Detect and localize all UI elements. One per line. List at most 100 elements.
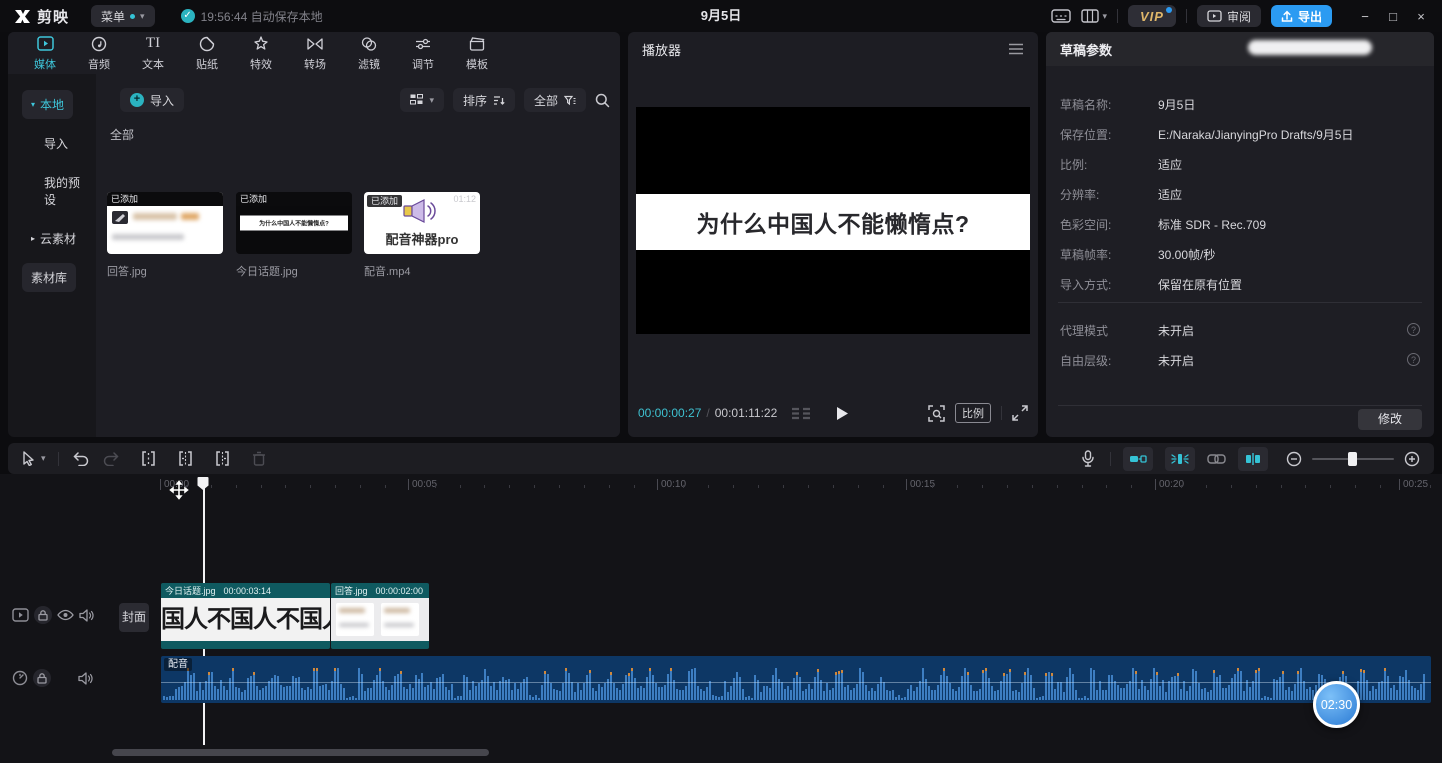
minimize-button[interactable]: − [1356,9,1374,24]
frame-focus-icon[interactable] [928,405,945,422]
aspect-ratio-button[interactable]: 比例 [955,403,991,423]
view-mode-button[interactable]: ▾ [400,88,444,112]
chevron-down-icon: ▾ [1102,11,1107,22]
import-button[interactable]: + 导入 [120,88,184,112]
clip-topic[interactable]: 今日话题.jpg 00:00:03:14 国人不国人不国人不国人 [161,583,330,649]
tab-effects[interactable]: 特效 [234,35,288,72]
sticker-icon [199,35,215,53]
close-button[interactable]: × [1412,9,1430,24]
mute-track-button[interactable] [79,609,94,622]
video-viewport[interactable]: 为什么中国人不能懒惰点? [636,107,1030,334]
timeline-zoom-slider[interactable] [1312,452,1394,466]
player-panel: 播放器 为什么中国人不能懒惰点? 00:00:00:27 / 00:01:11:… [628,32,1038,437]
filter-button[interactable]: 全部 [524,88,586,112]
recording-timer-text: 02:30 [1321,698,1352,712]
sidebar-item-presets[interactable]: 我的预设 [22,168,96,214]
video-track-controls [12,606,94,624]
sort-icon [493,95,505,106]
tab-text[interactable]: TI 文本 [126,35,180,72]
search-icon[interactable] [595,93,610,108]
lock-track-button[interactable] [34,606,52,624]
layout-switcher-button[interactable]: ▾ [1081,9,1107,23]
sidebar-item-cloud[interactable]: ▸ 云素材 [22,224,85,253]
vip-button[interactable]: VIP [1128,5,1176,27]
hide-track-button[interactable] [57,609,74,621]
maximize-button[interactable]: □ [1384,9,1402,24]
playhead-marker[interactable] [197,476,209,491]
media-sidebar: ▾ 本地 导入 我的预设 ▸ 云素材 素材库 [8,74,96,437]
tab-templates[interactable]: 模板 [450,35,504,72]
field-value: 保留在原有位置 [1158,276,1242,293]
lock-track-button[interactable] [33,669,51,687]
split-button[interactable] [141,451,156,466]
grid-view-icon [410,94,423,107]
autosave-check-icon: ✓ [181,9,195,23]
field-label: 草稿名称: [1060,96,1111,113]
sort-button[interactable]: 排序 [453,88,515,112]
media-filename: 今日话题.jpg [236,263,352,279]
timeline-ruler[interactable]: 00:00 00:05 00:10 00:15 00:20 00:25 [0,477,1442,493]
help-icon[interactable]: ? [1407,353,1420,366]
ruler-label: 00:05 [408,479,437,490]
review-button[interactable]: 审阅 [1197,5,1261,27]
tab-sticker[interactable]: 贴纸 [180,35,234,72]
preview-quality-icon[interactable] [791,407,811,420]
added-badge: 已添加 [367,195,402,207]
link-material-button[interactable] [1207,454,1226,464]
sidebar-item-stock[interactable]: 素材库 [22,263,76,292]
shortcut-keyboard-button[interactable] [1051,9,1071,23]
field-value: E:/Naraka/JianyingPro Drafts/9月5日 [1158,126,1353,143]
blurred-text [133,213,177,220]
cover-button[interactable]: 封面 [119,603,149,632]
clip-answer[interactable]: 回答.jpg 00:00:02:00 [331,583,429,649]
play-button[interactable] [836,406,849,421]
record-voiceover-button[interactable] [1082,450,1094,467]
audio-clip-voiceover[interactable]: 配音 [161,656,1431,703]
auto-snap-toggle[interactable] [1123,447,1153,471]
tab-audio[interactable]: 音频 [72,35,126,72]
templates-icon [469,35,485,53]
modify-button[interactable]: 修改 [1358,409,1422,430]
redo-button[interactable] [103,452,119,466]
media-item-answer[interactable]: 已添加 回答.jpg [107,192,223,279]
preview-axis-toggle[interactable] [1238,447,1268,471]
zoom-in-button[interactable] [1404,451,1420,467]
sidebar-item-local[interactable]: ▾ 本地 [22,90,73,119]
slider-handle[interactable] [1348,452,1357,466]
help-icon[interactable]: ? [1407,323,1420,336]
player-menu-icon[interactable] [1008,43,1024,55]
timeline-horizontal-scrollbar[interactable] [112,749,489,756]
zoom-out-button[interactable] [1286,451,1302,467]
chevron-down-icon[interactable]: ▾ [41,453,46,464]
mute-track-button[interactable] [78,672,93,685]
tab-adjust[interactable]: 调节 [396,35,450,72]
media-item-topic[interactable]: 已添加 为什么中国人不能懒惰点? 今日话题.jpg [236,192,352,279]
export-button[interactable]: 导出 [1271,5,1332,27]
vip-notification-dot [1166,7,1172,13]
tab-label: 滤镜 [358,56,380,72]
split-right-button[interactable] [215,451,230,466]
redacted-area [1248,40,1372,55]
media-item-voiceover[interactable]: 01:12 配音神器pro 已添加 配音.mp4 [364,192,480,279]
recording-timer-bubble[interactable]: 02:30 [1313,681,1360,728]
sidebar-item-import[interactable]: 导入 [22,129,77,158]
menu-label: 菜单 [101,8,125,25]
delete-button[interactable] [252,451,266,466]
asset-tab-bar: 媒体 音频 TI 文本 贴纸 特效 转场 滤镜 调节 [8,32,620,74]
menu-button[interactable]: 菜单 ▾ [91,5,155,27]
split-left-button[interactable] [178,451,193,466]
undo-button[interactable] [73,452,89,466]
tab-label: 模板 [466,56,488,72]
tab-transition[interactable]: 转场 [288,35,342,72]
vip-label: VIP [1140,9,1164,24]
ruler-label: 00:15 [906,479,935,490]
fullscreen-icon[interactable] [1012,405,1028,421]
divider [1110,452,1111,466]
tab-media[interactable]: 媒体 [18,35,72,72]
field-label: 色彩空间: [1060,216,1111,233]
tab-filters[interactable]: 滤镜 [342,35,396,72]
clip-thumbnail: 国人不国人不国人不国人 [161,598,330,641]
linkage-toggle[interactable] [1165,447,1195,471]
select-tool-button[interactable] [22,451,36,466]
app-logo: 剪映 [14,6,69,27]
